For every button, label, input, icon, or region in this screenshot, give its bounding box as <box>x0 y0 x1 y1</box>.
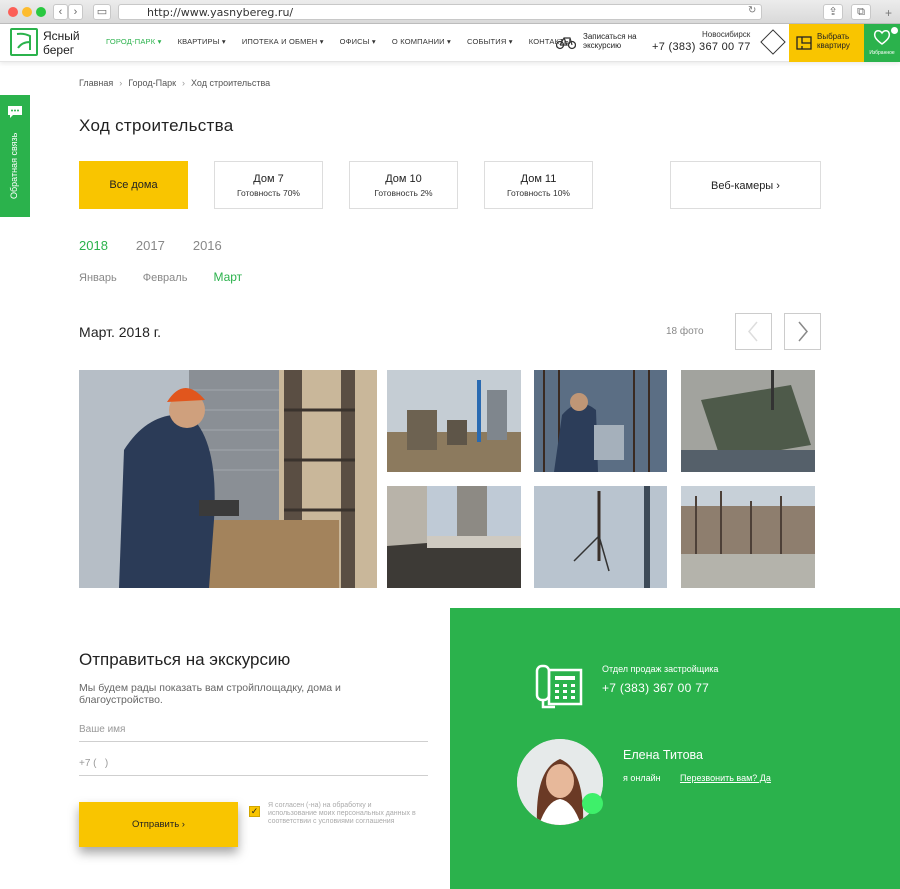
pick-apartment-button[interactable]: Выбрать квартиру <box>789 24 864 62</box>
logo-text[interactable]: Ясный берег <box>43 30 80 56</box>
chevron-right-icon: › <box>776 180 780 192</box>
site-header: Ясный берег ГОРОД-ПАРК ▾ КВАРТИРЫ ▾ ИПОТ… <box>0 24 900 62</box>
bicycle-icon <box>556 37 576 50</box>
chevron-right-icon <box>798 321 808 342</box>
photo-concrete-frame[interactable] <box>387 486 521 588</box>
page-title: Ход строительства <box>79 116 234 135</box>
submit-label: Отправить <box>132 819 180 830</box>
month-february[interactable]: Февраль <box>143 272 188 284</box>
form-title: Отправиться на экскурсию <box>79 650 291 669</box>
year-2018[interactable]: 2018 <box>79 238 108 253</box>
photo-foundation[interactable] <box>681 486 815 588</box>
webcams-button[interactable]: Веб-камеры › <box>670 161 821 209</box>
feedback-tab[interactable]: Обратная связь <box>0 95 30 217</box>
logo-icon[interactable] <box>10 28 38 56</box>
tabs-icon[interactable]: ⧉ <box>851 4 871 20</box>
tour-line-2: экскурсию <box>583 41 622 50</box>
address-bar[interactable]: http://www.yasnybereg.ru/ <box>118 4 762 20</box>
name-placeholder: Ваше имя <box>79 724 126 735</box>
year-selector: 2018 2017 2016 <box>79 238 250 253</box>
consent-checkbox[interactable]: ✓ <box>249 806 260 817</box>
consent-text: Я согласен (-на) на обработку и использо… <box>268 802 416 825</box>
chat-icon <box>8 106 22 118</box>
month-march[interactable]: Март <box>213 270 242 284</box>
photo-worker-rebar[interactable] <box>534 370 667 472</box>
favorites-button[interactable]: Избранное <box>864 24 900 62</box>
breadcrumb-home[interactable]: Главная <box>79 78 113 88</box>
year-2016[interactable]: 2016 <box>193 238 222 253</box>
reload-icon[interactable]: ↻ <box>748 5 756 16</box>
browser-toolbar: ‹ › ▭ http://www.yasnybereg.ru/ ↻ ⇪ ⧉ + <box>0 0 900 24</box>
breadcrumb-city-park[interactable]: Город-Парк <box>128 78 176 88</box>
menu-item-city-park[interactable]: ГОРОД-ПАРК ▾ <box>106 37 162 46</box>
header-phone[interactable]: +7 (383) 367 00 77 <box>652 41 751 53</box>
online-indicator <box>582 793 603 814</box>
callback-link[interactable]: Перезвонить вам? Да <box>680 773 771 783</box>
tab-progress: Готовность 2% <box>374 188 433 198</box>
photo-formwork-panel[interactable] <box>681 370 815 472</box>
chevron-left-icon <box>748 321 758 342</box>
menu-item-apartments[interactable]: КВАРТИРЫ ▾ <box>178 37 226 46</box>
tab-all-houses[interactable]: Все дома <box>79 161 188 209</box>
menu-item-offices[interactable]: ОФИСЫ ▾ <box>340 37 376 46</box>
city-label: Новосибирск <box>702 30 751 39</box>
main-menu: ГОРОД-ПАРК ▾ КВАРТИРЫ ▾ ИПОТЕКА И ОБМЕН … <box>106 37 587 46</box>
photo-main-worker[interactable] <box>79 370 377 588</box>
pick-line-2: квартиру <box>817 41 850 50</box>
tour-line-1: Записаться на <box>583 32 637 41</box>
tab-house-10[interactable]: Дом 10 Готовность 2% <box>349 161 458 209</box>
menu-item-company[interactable]: О КОМПАНИИ ▾ <box>392 37 451 46</box>
maximize-window-button[interactable] <box>36 7 46 17</box>
breadcrumb: Главная › Город-Парк › Ход строительства <box>79 78 271 88</box>
photo-site-overview[interactable] <box>387 370 521 472</box>
submit-button[interactable]: Отправить › <box>79 802 238 847</box>
gallery-next-button[interactable] <box>784 313 821 350</box>
photo-count: 18 фото <box>666 326 704 337</box>
menu-item-mortgage[interactable]: ИПОТЕКА И ОБМЕН ▾ <box>242 37 324 46</box>
webcams-label: Веб-камеры <box>711 180 774 192</box>
sidebar-icon[interactable]: ▭ <box>93 4 111 20</box>
rosette-icon[interactable] <box>760 29 786 55</box>
year-2017[interactable]: 2017 <box>136 238 165 253</box>
tab-progress: Готовность 70% <box>237 188 300 198</box>
logo-line-2: берег <box>43 43 75 57</box>
menu-item-events[interactable]: СОБЫТИЯ ▾ <box>467 37 513 46</box>
forward-icon[interactable]: › <box>68 4 83 20</box>
name-field[interactable]: Ваше имя <box>79 724 428 742</box>
phone-field[interactable]: +7 ( ) <box>79 758 428 776</box>
tab-house-7[interactable]: Дом 7 Готовность 70% <box>214 161 323 209</box>
phone-placeholder: +7 ( ) <box>79 758 109 769</box>
manager-status: я онлайн <box>623 773 661 783</box>
logo-line-1: Ясный <box>43 29 80 43</box>
gallery-title: Март. 2018 г. <box>79 324 162 340</box>
breadcrumb-current: Ход строительства <box>191 78 271 88</box>
month-january[interactable]: Январь <box>79 272 117 284</box>
favorites-count-badge <box>891 27 898 34</box>
back-icon[interactable]: ‹ <box>53 4 68 20</box>
gallery-prev-button[interactable] <box>735 313 772 350</box>
share-icon[interactable]: ⇪ <box>823 4 843 20</box>
month-selector: Январь Февраль Март <box>79 270 268 284</box>
minimize-window-button[interactable] <box>22 7 32 17</box>
manager-name: Елена Титова <box>623 748 703 762</box>
sales-phone[interactable]: +7 (383) 367 00 77 <box>602 681 709 695</box>
feedback-label: Обратная связь <box>9 132 19 199</box>
tab-label: Дом 11 <box>520 173 557 185</box>
phone-icon <box>535 664 583 709</box>
tab-label: Дом 10 <box>385 173 422 185</box>
pick-line-1: Выбрать <box>817 32 850 41</box>
form-description: Мы будем рады показать вам стройплощадку… <box>79 682 341 706</box>
tab-progress: Готовность 10% <box>507 188 570 198</box>
close-window-button[interactable] <box>8 7 18 17</box>
heart-icon <box>873 30 891 45</box>
photo-crane-hook[interactable] <box>534 486 667 588</box>
tour-signup-link[interactable]: Записаться на экскурсию <box>583 32 637 50</box>
floorplan-icon <box>796 36 812 50</box>
tab-label: Дом 7 <box>253 173 284 185</box>
new-tab-icon[interactable]: + <box>885 6 892 20</box>
tab-house-11[interactable]: Дом 11 Готовность 10% <box>484 161 593 209</box>
favorites-label: Избранное <box>869 50 895 56</box>
sales-department-label: Отдел продаж застройщика <box>602 664 719 674</box>
tab-label: Все дома <box>109 179 158 191</box>
